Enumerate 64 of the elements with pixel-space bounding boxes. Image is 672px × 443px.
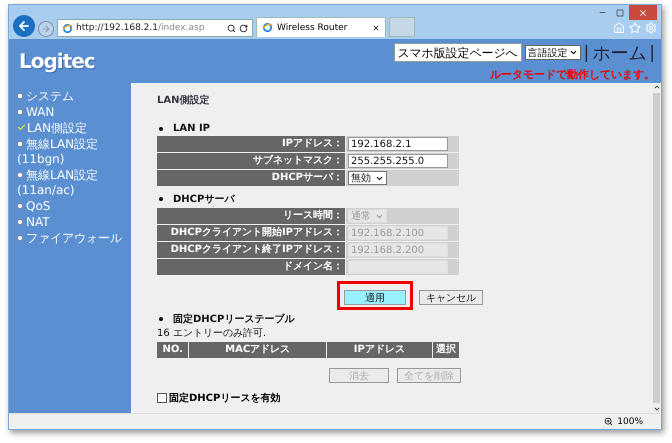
section-heading: DHCPサーバ — [173, 193, 234, 206]
address-bar[interactable]: http://192.168.2.1/index.asp — [57, 19, 253, 37]
zoom-level[interactable]: 100% — [617, 416, 643, 426]
sidebar-item[interactable]: WAN — [17, 105, 127, 120]
column-header: IPアドレス — [326, 342, 432, 358]
checkbox-label: 固定DHCPリースを有効 — [169, 391, 280, 405]
logo: Logitec — [19, 49, 95, 73]
field-label: DHCPクライアント開始IPアドレス： — [157, 225, 345, 241]
star-icon[interactable] — [629, 22, 641, 34]
search-icon — [227, 24, 236, 32]
form-button[interactable]: 適用 — [344, 290, 406, 305]
close-button[interactable] — [629, 5, 657, 20]
column-header: NO. — [157, 342, 188, 358]
field-label: リース時間： — [157, 208, 345, 224]
field-label: サブネットマスク： — [157, 153, 345, 169]
field-label: DHCPクライアント終了IPアドレス： — [157, 242, 345, 258]
home-link[interactable]: ホーム — [592, 40, 646, 64]
refresh-icon — [239, 24, 248, 32]
mobile-settings-button[interactable]: スマホ版設定ページへ — [394, 43, 522, 62]
arrow-right-icon — [41, 24, 51, 34]
field-label: IPアドレス： — [157, 136, 345, 152]
form-button[interactable]: キャンセル — [419, 290, 483, 305]
sidebar-item[interactable]: NAT — [17, 215, 127, 230]
checkbox[interactable] — [157, 393, 167, 403]
sidebar-item[interactable]: LAN側設定 — [17, 121, 127, 136]
browser-tab[interactable]: Wireless Router — [256, 17, 386, 37]
sidebar-item[interactable]: 無線LAN設定 (11an/ac) — [17, 168, 127, 198]
bullet-icon — [159, 197, 163, 201]
column-header: 選択 — [432, 342, 459, 358]
field-label: ドメイン名： — [157, 259, 345, 275]
table-note: 16 エントリーのみ許可. — [157, 326, 268, 340]
section-heading: LAN IP — [173, 123, 210, 134]
zoom-icon — [604, 417, 614, 426]
bullet-icon — [159, 317, 163, 321]
browser-logo-icon — [62, 22, 73, 34]
back-button[interactable] — [13, 15, 35, 37]
sidebar-item[interactable]: QoS — [17, 199, 127, 214]
input-field[interactable]: 255.255.255.0 — [348, 154, 448, 168]
input-field[interactable]: 192.168.2.1 — [348, 137, 448, 151]
status-message: ルータモードで動作しています。 — [490, 66, 655, 82]
column-header: MACアドレス — [189, 342, 326, 358]
scroll-down-icon — [652, 405, 660, 413]
separator-text: | — [584, 42, 590, 62]
bullet-icon — [159, 126, 163, 130]
home-icon[interactable] — [613, 22, 625, 34]
forward-button[interactable] — [38, 21, 54, 37]
sidebar-item[interactable]: システム — [17, 89, 127, 104]
language-select[interactable]: 言語設定 — [524, 45, 581, 60]
maximize-icon — [616, 8, 624, 16]
scroll-up-icon — [652, 83, 660, 91]
select-field[interactable]: 無効 — [348, 171, 387, 185]
separator-text: | — [649, 42, 655, 62]
close-icon — [638, 8, 648, 18]
browser-logo-icon — [262, 22, 273, 33]
sidebar-item[interactable]: ファイアウォール — [17, 231, 127, 246]
caret-icon — [568, 48, 578, 57]
new-tab-button[interactable] — [389, 17, 415, 37]
section-heading: 固定DHCPリーステーブル — [173, 312, 294, 326]
scrollbar[interactable] — [652, 83, 661, 413]
close-icon — [372, 24, 380, 32]
field-label: DHCPサーバ： — [157, 170, 345, 186]
settings-icon[interactable] — [645, 22, 657, 34]
sidebar-item[interactable]: 無線LAN設定 (11bgn) — [17, 137, 127, 167]
page-title: LAN側設定 — [157, 93, 210, 107]
